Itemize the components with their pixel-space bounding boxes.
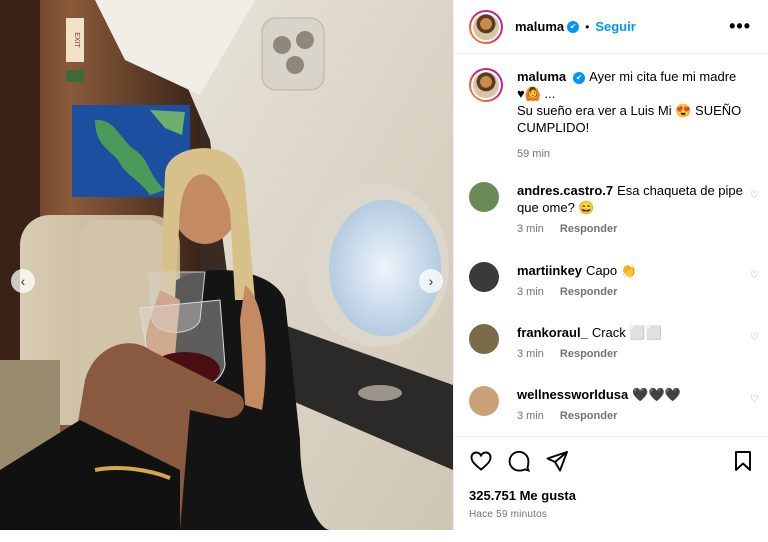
verified-badge-icon: ✔ <box>573 71 586 84</box>
comment-item: martiinkey Capo 👏 3 min Responder ♡ <box>469 262 759 298</box>
comment-item: wellnessworldusa 🖤🖤🖤 3 min Responder ♡ <box>469 386 759 422</box>
comment-like-icon[interactable]: ♡ <box>750 332 759 343</box>
comment-like-icon[interactable]: ♡ <box>750 394 759 405</box>
comment-text: wellnessworldusa 🖤🖤🖤 <box>517 386 752 403</box>
caption-line-3: Su sueño era ver a Luis Mi 😍 SUEÑO CUMPL… <box>517 103 742 135</box>
commenter-avatar[interactable] <box>469 262 499 292</box>
commenter-avatar[interactable] <box>469 182 499 212</box>
caption-line-2[interactable]: ♥🙆 ... <box>517 86 555 101</box>
commenter-avatar[interactable] <box>469 386 499 416</box>
comment-item: andres.castro.7 Esa chaqueta de pipe que … <box>469 182 759 235</box>
comment-time: 3 min <box>517 223 544 235</box>
comment-text: martiinkey Capo 👏 <box>517 262 752 279</box>
reply-button[interactable]: Responder <box>560 348 617 360</box>
comment-text: frankoraul_ Crack ⬜⬜ <box>517 324 752 341</box>
chevron-right-icon: › <box>428 273 434 289</box>
comment-item: frankoraul_ Crack ⬜⬜ 3 min Responder ♡ <box>469 324 759 360</box>
post-photo: EXIT <box>0 0 453 530</box>
exit-sign: EXIT <box>73 32 80 48</box>
reply-button[interactable]: Responder <box>560 286 617 298</box>
separator-dot: • <box>585 19 590 34</box>
likes-count[interactable]: 325.751 Me gusta <box>469 488 576 503</box>
commenter-avatar[interactable] <box>469 324 499 354</box>
comment-icon[interactable] <box>507 449 531 473</box>
comment-body: Crack ⬜⬜ <box>591 325 662 340</box>
comment-body: 🖤🖤🖤 <box>632 387 681 402</box>
reply-button[interactable]: Responder <box>560 410 617 422</box>
comment-like-icon[interactable]: ♡ <box>750 190 759 201</box>
comment-username[interactable]: wellnessworldusa <box>517 387 628 402</box>
caption-line-1: Ayer mi cita fue mi madre <box>589 69 737 84</box>
caption-time: 59 min <box>517 148 551 160</box>
caption-text: maluma ✔ Ayer mi cita fue mi madre ♥🙆 ... … <box>517 68 759 136</box>
verified-badge-icon: ✔ <box>567 20 580 33</box>
post-media[interactable]: EXIT ‹ › <box>0 0 453 530</box>
comment-username[interactable]: frankoraul_ <box>517 325 588 340</box>
post-header: maluma ✔ • Seguir ••• <box>454 0 768 54</box>
comment-time: 3 min <box>517 348 544 360</box>
post-side-panel: maluma ✔ • Seguir ••• maluma ✔ Ayer mi cit… <box>453 0 768 530</box>
post-timestamp[interactable]: Hace 59 minutos <box>469 509 547 520</box>
comment-like-icon[interactable]: ♡ <box>750 270 759 281</box>
author-username[interactable]: maluma <box>515 19 564 34</box>
caption: maluma ✔ Ayer mi cita fue mi madre ♥🙆 ... … <box>469 68 759 160</box>
heart-icon[interactable] <box>469 449 493 473</box>
more-options-icon[interactable]: ••• <box>729 16 751 37</box>
author-avatar[interactable] <box>469 9 503 44</box>
caption-avatar[interactable] <box>469 68 503 102</box>
comment-time: 3 min <box>517 410 544 422</box>
post-actions: 325.751 Me gusta Hace 59 minutos <box>454 436 768 530</box>
comment-username[interactable]: martiinkey <box>517 263 582 278</box>
next-slide-button[interactable]: › <box>419 269 443 293</box>
follow-button[interactable]: Seguir <box>595 19 635 34</box>
comment-text: andres.castro.7 Esa chaqueta de pipe que … <box>517 182 752 216</box>
chevron-left-icon: ‹ <box>20 273 26 289</box>
comment-time: 3 min <box>517 286 544 298</box>
reply-button[interactable]: Responder <box>560 223 617 235</box>
share-icon[interactable] <box>545 449 569 473</box>
comment-username[interactable]: andres.castro.7 <box>517 183 613 198</box>
previous-slide-button[interactable]: ‹ <box>11 269 35 293</box>
instagram-post: EXIT ‹ › maluma ✔ • Seguir ••• maluma ✔ … <box>0 0 768 530</box>
comment-body: Capo 👏 <box>586 263 637 278</box>
bookmark-icon[interactable] <box>731 449 755 473</box>
caption-username[interactable]: maluma <box>517 69 566 84</box>
